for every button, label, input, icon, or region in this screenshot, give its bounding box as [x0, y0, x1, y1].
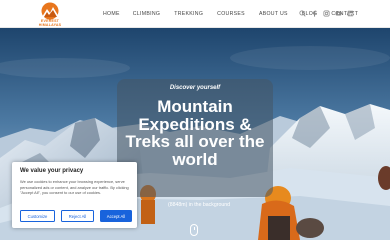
- cookie-consent-banner: We value your privacy We use cookies to …: [12, 162, 137, 228]
- header-icons: [299, 10, 354, 17]
- logo-mountain-icon: [41, 2, 59, 19]
- hero-caption: (8848m) in the background: [168, 202, 230, 208]
- reject-all-button[interactable]: Reject All: [61, 210, 94, 222]
- nav-courses[interactable]: COURSES: [217, 0, 245, 28]
- cookie-title: We value your privacy: [20, 168, 84, 174]
- logo-text: EVEREST HIMALAYAS: [38, 18, 62, 27]
- site-header: EVEREST HIMALAYAS HOME CLIMBING TREKKING…: [0, 0, 390, 28]
- hero-headline: Mountain Expeditions & Treks all over th…: [125, 97, 265, 169]
- nav-trekking[interactable]: TREKKING: [174, 0, 203, 28]
- customize-button[interactable]: Customize: [20, 210, 55, 222]
- accept-all-button[interactable]: Accept All: [100, 210, 132, 222]
- search-icon[interactable]: [299, 10, 306, 17]
- cookie-text: We use cookies to enhance your browsing …: [20, 179, 129, 196]
- linkedin-icon[interactable]: [347, 10, 354, 17]
- nav-climbing[interactable]: CLIMBING: [133, 0, 160, 28]
- instagram-icon[interactable]: [323, 10, 330, 17]
- site-logo[interactable]: EVEREST HIMALAYAS: [33, 2, 67, 27]
- scroll-down-indicator[interactable]: [190, 224, 198, 236]
- facebook-icon[interactable]: [311, 10, 318, 17]
- youtube-icon[interactable]: [335, 10, 342, 17]
- nav-home[interactable]: HOME: [103, 0, 120, 28]
- hero-kicker: Discover yourself: [169, 85, 221, 91]
- nav-about-us[interactable]: ABOUT US: [259, 0, 288, 28]
